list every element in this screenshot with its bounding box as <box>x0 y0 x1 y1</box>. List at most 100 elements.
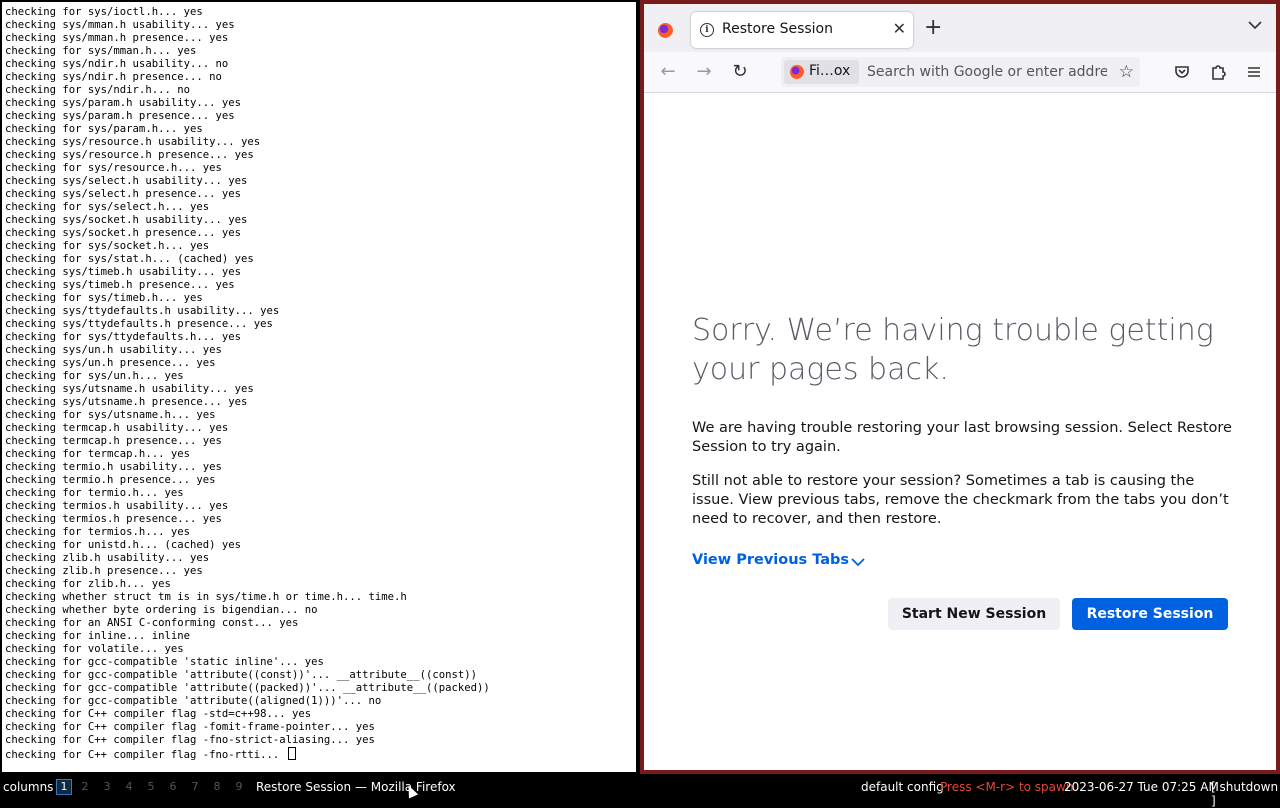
workspace-7[interactable]: 7 <box>188 779 202 794</box>
workspace-9[interactable]: 9 <box>232 779 246 794</box>
reload-icon[interactable]: ↻ <box>728 60 752 84</box>
workspace-4[interactable]: 4 <box>122 779 136 794</box>
firefox-logo-icon <box>790 65 804 79</box>
terminal-line: checking for volatile... yes <box>5 643 184 655</box>
shutdown-button[interactable]: [ shutdown ] <box>1211 780 1280 808</box>
terminal-line: checking for C++ compiler flag -fomit-fr… <box>5 721 375 733</box>
terminal-line: checking sys/un.h presence... yes <box>5 357 216 369</box>
identity-box[interactable]: Fi…ox <box>784 60 859 84</box>
start-new-session-button[interactable]: Start New Session <box>888 598 1060 630</box>
workspace-8[interactable]: 8 <box>210 779 224 794</box>
terminal-line: checking for inline... inline <box>5 630 190 642</box>
terminal-line: checking termios.h presence... yes <box>5 513 222 525</box>
terminal-line: checking sys/timeb.h usability... yes <box>5 266 241 278</box>
terminal-line: checking sys/utsname.h usability... yes <box>5 383 254 395</box>
terminal-line: checking for unistd.h... (cached) yes <box>5 539 241 551</box>
restore-session-button[interactable]: Restore Session <box>1072 598 1228 630</box>
terminal-line: checking termios.h usability... yes <box>5 500 229 512</box>
terminal-line: checking for sys/timeb.h... yes <box>5 292 203 304</box>
tab-bar: i Restore Session ✕ + <box>644 4 1276 52</box>
terminal-line: checking for sys/socket.h... yes <box>5 240 210 252</box>
terminal-line: checking for C++ compiler flag -fno-stri… <box>5 734 375 746</box>
terminal-line: checking for sys/param.h... yes <box>5 123 203 135</box>
view-previous-tabs-toggle[interactable]: View Previous Tabs <box>692 552 865 568</box>
firefox-window[interactable]: i Restore Session ✕ + ← → ↻ Fi…ox ☆ Sorr… <box>640 0 1280 774</box>
tab-restore-session[interactable]: i Restore Session ✕ <box>691 12 913 48</box>
hamburger-menu-icon[interactable] <box>1242 60 1266 84</box>
extensions-icon[interactable] <box>1206 60 1230 84</box>
terminal-line: checking for termio.h... yes <box>5 487 184 499</box>
workspace-1[interactable]: 1 <box>56 779 72 795</box>
terminal-line: checking sys/utsname.h presence... yes <box>5 396 248 408</box>
workspace-3[interactable]: 3 <box>100 779 114 794</box>
terminal-line: checking for gcc-compatible 'static inli… <box>5 656 324 668</box>
terminal-line: checking for sys/mman.h... yes <box>5 45 197 57</box>
terminal-line: checking for sys/ioctl.h... yes <box>5 6 203 18</box>
terminal-line: checking termcap.h usability... yes <box>5 422 229 434</box>
spawn-hint: Press <M-r> to spawn <box>940 780 1074 794</box>
terminal-line: checking for gcc-compatible 'attribute((… <box>5 682 490 694</box>
terminal-cursor <box>287 747 296 760</box>
layout-label: columns <box>3 780 54 794</box>
navigation-toolbar: ← → ↻ Fi…ox ☆ <box>644 52 1276 93</box>
back-arrow-icon[interactable]: ← <box>656 60 680 84</box>
close-tab-icon[interactable]: ✕ <box>893 19 906 39</box>
error-title: Sorry. We’re having trouble getting your… <box>692 313 1214 387</box>
terminal-line: checking for sys/resource.h... yes <box>5 162 222 174</box>
tab-title: Restore Session <box>722 21 833 37</box>
url-bar[interactable]: Fi…ox ☆ <box>781 57 1140 87</box>
identity-label: Fi…ox <box>809 63 851 79</box>
terminal-line: checking sys/select.h usability... yes <box>5 175 248 187</box>
terminal-line: checking for sys/select.h... yes <box>5 201 210 213</box>
terminal-line: checking termio.h presence... yes <box>5 474 216 486</box>
terminal-output: checking for sys/ioctl.h... yes checking … <box>5 6 490 761</box>
bookmark-star-icon[interactable]: ☆ <box>1119 61 1134 83</box>
terminal-line: checking sys/socket.h usability... yes <box>5 214 248 226</box>
page-content: Sorry. We’re having trouble getting your… <box>644 93 1276 770</box>
terminal-line: checking sys/resource.h usability... yes <box>5 136 261 148</box>
terminal-line: checking for sys/ndir.h... no <box>5 84 190 96</box>
terminal-line: checking sys/param.h presence... yes <box>5 110 235 122</box>
terminal-line: checking zlib.h presence... yes <box>5 565 203 577</box>
terminal-window[interactable]: checking for sys/ioctl.h... yes checking … <box>0 0 638 774</box>
chevron-down-icon[interactable] <box>1248 18 1262 32</box>
terminal-line: checking for C++ compiler flag -fno-rtti… <box>5 747 490 761</box>
terminal-line: checking for sys/un.h... yes <box>5 370 184 382</box>
error-description: We are having trouble restoring your las… <box>692 420 1232 456</box>
terminal-line: checking sys/ttydefaults.h usability... … <box>5 305 280 317</box>
terminal-line: checking for an ANSI C-conforming const.… <box>5 617 299 629</box>
terminal-line: checking zlib.h usability... yes <box>5 552 210 564</box>
terminal-line: checking for sys/utsname.h... yes <box>5 409 216 421</box>
new-tab-button[interactable]: + <box>924 17 942 39</box>
clock: 2023-06-27 Tue 07:25 AM <box>1064 780 1219 794</box>
workspace-6[interactable]: 6 <box>166 779 180 794</box>
terminal-line: checking sys/mman.h presence... yes <box>5 32 229 44</box>
terminal-line: checking for sys/ttydefaults.h... yes <box>5 331 241 343</box>
forward-arrow-icon[interactable]: → <box>692 60 716 84</box>
pocket-icon[interactable] <box>1170 60 1194 84</box>
firefox-logo-icon[interactable] <box>658 23 673 38</box>
window-manager-status-bar: columns 123456789 Restore Session — Mozi… <box>0 774 1280 808</box>
terminal-line: checking sys/ndir.h usability... no <box>5 58 229 70</box>
focused-window-title: Restore Session — Mozilla Firefox <box>256 780 456 794</box>
terminal-line: checking sys/socket.h presence... yes <box>5 227 241 239</box>
terminal-line: checking termio.h usability... yes <box>5 461 222 473</box>
terminal-line: checking sys/ndir.h presence... no <box>5 71 222 83</box>
terminal-line: checking for gcc-compatible 'attribute((… <box>5 695 382 707</box>
terminal-line: checking sys/resource.h presence... yes <box>5 149 254 161</box>
terminal-line: checking for zlib.h... yes <box>5 578 171 590</box>
terminal-line: checking sys/un.h usability... yes <box>5 344 222 356</box>
terminal-line: checking for termios.h... yes <box>5 526 190 538</box>
error-help-text: Still not able to restore your session? … <box>692 473 1229 528</box>
workspace-5[interactable]: 5 <box>144 779 158 794</box>
terminal-line: checking for termcap.h... yes <box>5 448 190 460</box>
terminal-line: checking for C++ compiler flag -std=c++9… <box>5 708 312 720</box>
terminal-line: checking sys/mman.h usability... yes <box>5 19 235 31</box>
info-icon: i <box>700 23 714 37</box>
view-previous-tabs-label: View Previous Tabs <box>692 552 850 568</box>
terminal-line: checking for gcc-compatible 'attribute((… <box>5 669 477 681</box>
url-input[interactable] <box>867 61 1107 83</box>
terminal-line: checking sys/select.h presence... yes <box>5 188 241 200</box>
workspace-2[interactable]: 2 <box>78 779 92 794</box>
terminal-line: checking for sys/stat.h... (cached) yes <box>5 253 254 265</box>
